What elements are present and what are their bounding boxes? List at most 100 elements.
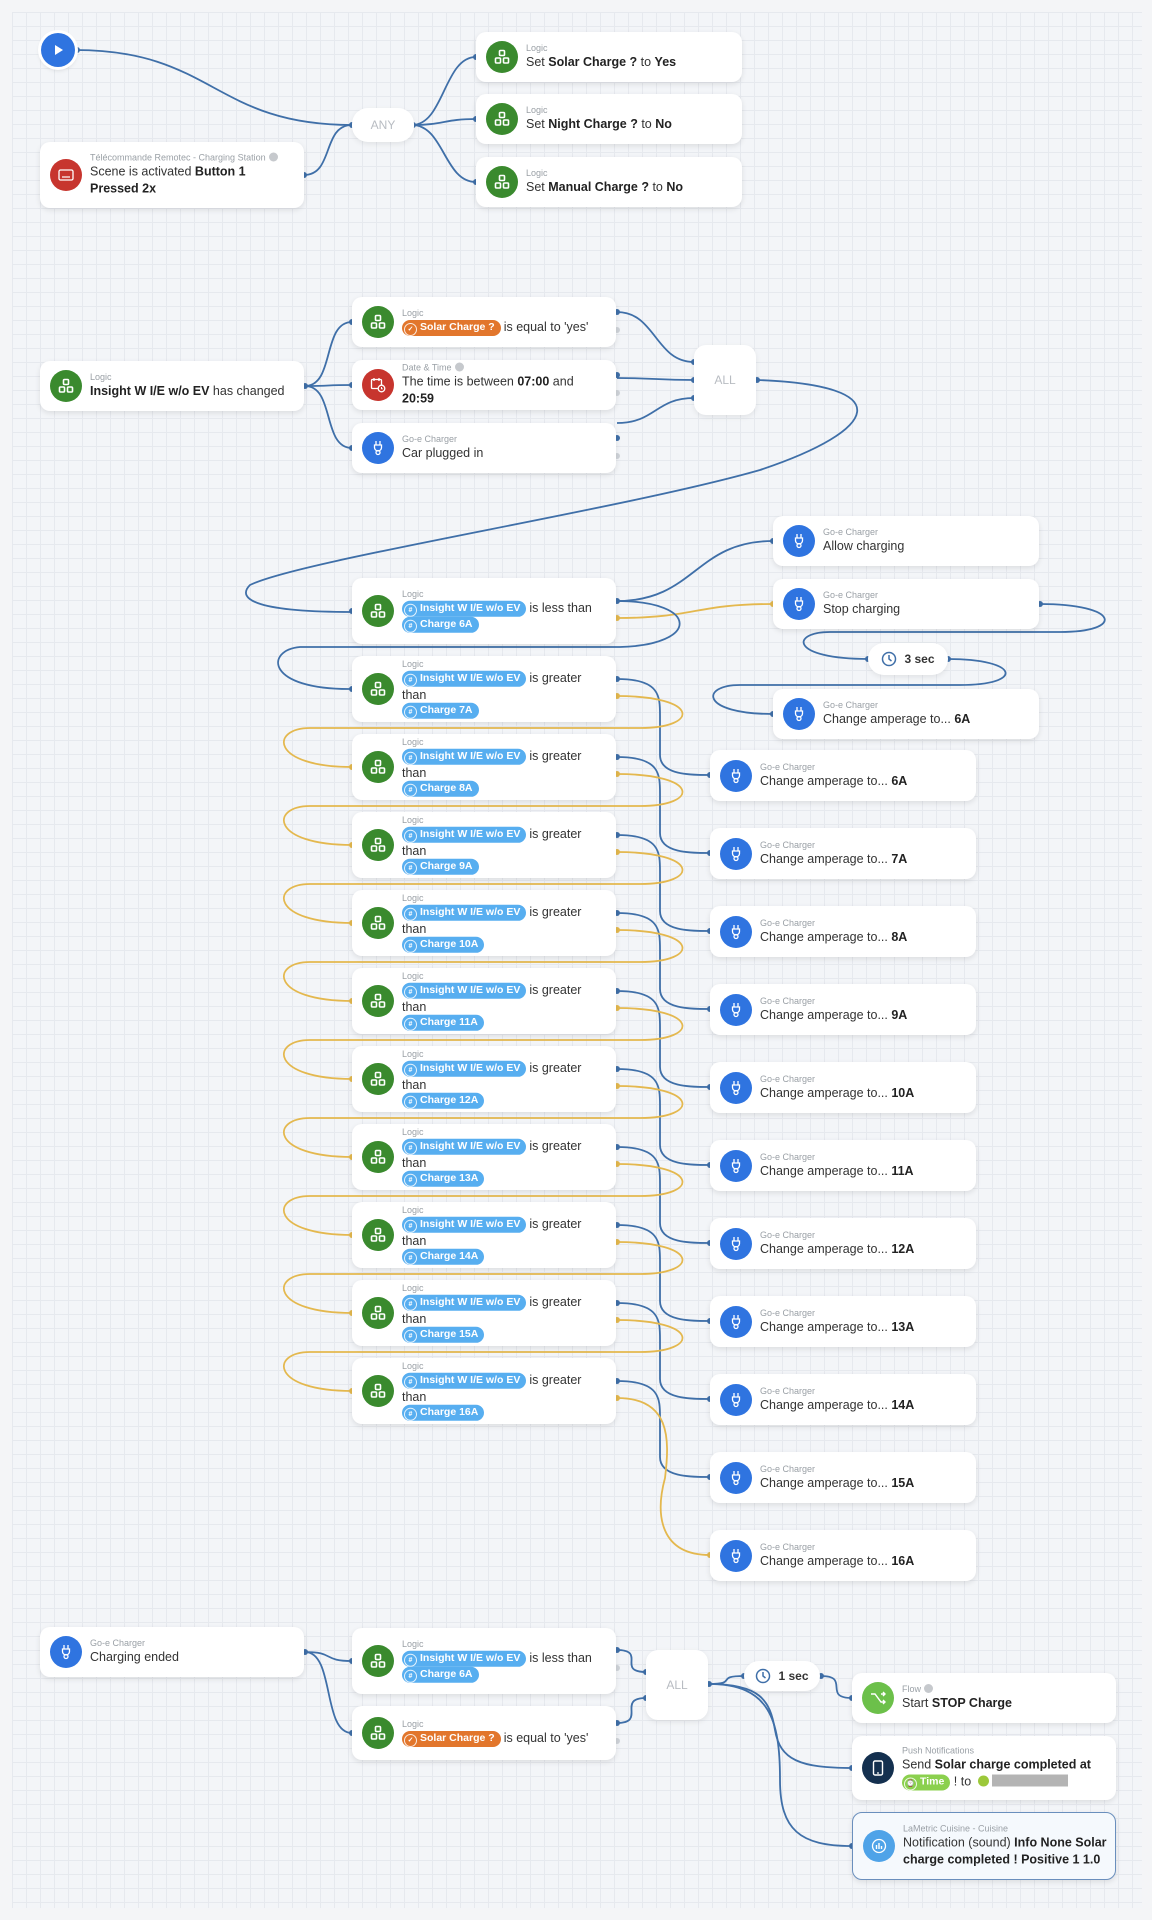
variable-pill[interactable]: # Insight W I/E w/o EV: [402, 1294, 527, 1311]
card-category: Logic: [526, 105, 734, 116]
category-label: Logic: [526, 168, 548, 178]
comparison-card[interactable]: Logic # Insight W I/E w/o EV is greater tha…: [352, 656, 616, 722]
logic-icon: [362, 985, 394, 1017]
change-amperage-card[interactable]: Go-e Charger Change amperage to... 14A: [710, 1374, 976, 1425]
reference-pill[interactable]: # Charge 14A: [402, 1249, 485, 1266]
comparison-card[interactable]: Logic # Insight W I/E w/o EV is greater tha…: [352, 890, 616, 956]
card-category: Logic: [402, 893, 608, 904]
card-text: Set Manual Charge ? to No: [526, 179, 734, 196]
condition-plugged-card[interactable]: Go-e Charger Car plugged in: [352, 423, 616, 473]
lametric-notification-card[interactable]: LaMetric Cuisine - Cuisine Notification (…: [852, 1812, 1116, 1880]
start-play-button[interactable]: [41, 33, 75, 67]
comparison-card[interactable]: Logic # Insight W I/E w/o EV is greater tha…: [352, 734, 616, 800]
variable-pill[interactable]: # Insight W I/E w/o EV: [402, 1216, 527, 1233]
card-body: Logic # Insight W I/E w/o EV is less than # C…: [402, 589, 608, 634]
reference-pill[interactable]: # Charge 6A: [402, 617, 479, 634]
change-amperage-card[interactable]: Go-e Charger Change amperage to... 9A: [710, 984, 976, 1035]
reference-pill[interactable]: # Charge 8A: [402, 781, 479, 798]
delay-node[interactable]: 1 sec: [744, 1661, 820, 1691]
condition-solar-card[interactable]: Logic ✓ Solar Charge ? is equal to 'yes': [352, 297, 616, 347]
variable-pill[interactable]: # Insight W I/E w/o EV: [402, 904, 527, 921]
set-variable-card[interactable]: Logic Set Night Charge ? to No: [476, 94, 742, 144]
change-amperage-card[interactable]: Go-e Charger Change amperage to... 6A: [710, 750, 976, 801]
change-amperage-card[interactable]: Go-e Charger Change amperage to... 16A: [710, 1530, 976, 1581]
set-variable-card[interactable]: Logic Set Solar Charge ? to Yes: [476, 32, 742, 82]
stop-charging-card[interactable]: Go-e Charger Stop charging: [773, 579, 1039, 629]
text: Change amperage to...: [760, 1163, 892, 1178]
change-amperage-card[interactable]: Go-e Charger Change amperage to... 12A: [710, 1218, 976, 1269]
comparison-card[interactable]: Logic # Insight W I/E w/o EV is greater tha…: [352, 1046, 616, 1112]
reference-pill[interactable]: # Charge 9A: [402, 859, 479, 876]
change-amperage-card[interactable]: Go-e Charger Change amperage to... 11A: [710, 1140, 976, 1191]
comparison-card[interactable]: Logic # Insight W I/E w/o EV is greater tha…: [352, 812, 616, 878]
condition-less-than-card[interactable]: Logic # Insight W I/E w/o EV is less than # C…: [352, 1628, 616, 1694]
change-amperage-card[interactable]: Go-e Charger Change amperage to... 7A: [710, 828, 976, 879]
change-amperage-card[interactable]: Go-e Charger Change amperage to... 13A: [710, 1296, 976, 1347]
gate-all[interactable]: ALL: [646, 1650, 708, 1720]
logic-icon: [362, 673, 394, 705]
card-text: Change amperage to... 10A: [760, 1085, 968, 1102]
trigger-remote-card[interactable]: Télécommande Remotec - Charging Station S…: [40, 142, 304, 208]
variable-pill[interactable]: # Insight W I/E w/o EV: [402, 1060, 527, 1077]
reference-pill[interactable]: # Charge 11A: [402, 1015, 484, 1032]
card-category: Logic: [402, 1205, 608, 1216]
gate-all[interactable]: ALL: [694, 345, 756, 415]
card-category: Go-e Charger: [760, 918, 968, 929]
change-amperage-card[interactable]: Go-e Charger Change amperage to... 8A: [710, 906, 976, 957]
comparison-card[interactable]: Logic # Insight W I/E w/o EV is greater tha…: [352, 1202, 616, 1268]
card-text: Change amperage to... 15A: [760, 1475, 968, 1492]
trigger-insight-card[interactable]: Logic Insight W I/E w/o EV has changed: [40, 361, 304, 411]
reference-pill[interactable]: # Charge 16A: [402, 1405, 485, 1422]
info-icon[interactable]: [454, 362, 464, 372]
comparison-card[interactable]: Logic # Insight W I/E w/o EV is greater tha…: [352, 1280, 616, 1346]
card-text: Change amperage to... 11A: [760, 1163, 968, 1180]
flow-start-card[interactable]: Flow Start STOP Charge: [852, 1673, 1116, 1723]
variable-pill[interactable]: ✓ Solar Charge ?: [402, 1730, 501, 1747]
change-amperage-card[interactable]: Go-e Charger Change amperage to... 6A: [773, 689, 1039, 739]
card-text: # Insight W I/E w/o EV is greater than # Cha…: [402, 670, 608, 720]
time-pill[interactable]: ⌚ Time: [902, 1774, 951, 1791]
pill-icon: #: [404, 1330, 417, 1344]
delay-node[interactable]: 3 sec: [868, 643, 948, 675]
variable-pill[interactable]: ✓ Solar Charge ?: [402, 319, 501, 336]
card-body: Logic # Insight W I/E w/o EV is greater tha…: [402, 659, 608, 720]
card-category: Go-e Charger: [760, 840, 968, 851]
allow-charging-card[interactable]: Go-e Charger Allow charging: [773, 516, 1039, 566]
comparison-card[interactable]: Logic # Insight W I/E w/o EV is greater tha…: [352, 968, 616, 1034]
push-notification-card[interactable]: Push Notifications Send Solar charge comp…: [852, 1736, 1116, 1800]
category-label: Go-e Charger: [823, 700, 879, 710]
variable-pill[interactable]: # Insight W I/E w/o EV: [402, 1138, 527, 1155]
charging-ended-card[interactable]: Go-e Charger Charging ended: [40, 1627, 304, 1677]
variable-pill[interactable]: # Insight W I/E w/o EV: [402, 826, 527, 843]
text: to: [637, 55, 655, 69]
comparison-card[interactable]: Logic # Insight W I/E w/o EV is greater tha…: [352, 1358, 616, 1424]
change-amperage-card[interactable]: Go-e Charger Change amperage to... 10A: [710, 1062, 976, 1113]
variable-pill[interactable]: # Insight W I/E w/o EV: [402, 1650, 527, 1667]
card-body: Go-e Charger Change amperage to... 6A: [760, 762, 968, 790]
variable-pill[interactable]: # Insight W I/E w/o EV: [402, 1372, 527, 1389]
variable-pill[interactable]: # Insight W I/E w/o EV: [402, 748, 527, 765]
card-category: Go-e Charger: [823, 700, 1031, 711]
reference-pill[interactable]: # Charge 15A: [402, 1327, 485, 1344]
variable-pill[interactable]: # Insight W I/E w/o EV: [402, 982, 527, 999]
variable-pill[interactable]: # Insight W I/E w/o EV: [402, 670, 527, 687]
reference-pill[interactable]: # Charge 7A: [402, 703, 479, 720]
reference-pill[interactable]: # Charge 13A: [402, 1171, 485, 1188]
change-amperage-card[interactable]: Go-e Charger Change amperage to... 15A: [710, 1452, 976, 1503]
gate-any[interactable]: ANY: [352, 108, 414, 142]
reference-pill[interactable]: # Charge 12A: [402, 1093, 485, 1110]
reference-pill[interactable]: # Charge 6A: [402, 1667, 479, 1684]
set-variable-card[interactable]: Logic Set Manual Charge ? to No: [476, 157, 742, 207]
info-icon[interactable]: [268, 152, 278, 162]
condition-solar-card[interactable]: Logic ✓ Solar Charge ? is equal to 'yes': [352, 1706, 616, 1760]
text: has changed: [209, 384, 285, 398]
variable-pill[interactable]: # Insight W I/E w/o EV: [402, 600, 527, 617]
comparison-card[interactable]: Logic # Insight W I/E w/o EV is greater tha…: [352, 1124, 616, 1190]
pill-label: Insight W I/E w/o EV: [420, 1373, 521, 1386]
reference-pill[interactable]: # Charge 10A: [402, 937, 485, 954]
card-text: Start STOP Charge: [902, 1695, 1108, 1712]
condition-time-card[interactable]: Date & Time The time is between 07:00 and…: [352, 360, 616, 410]
info-icon[interactable]: [924, 1684, 934, 1693]
comparison-card[interactable]: Logic # Insight W I/E w/o EV is less than # C…: [352, 578, 616, 644]
value: 7A: [891, 851, 908, 866]
